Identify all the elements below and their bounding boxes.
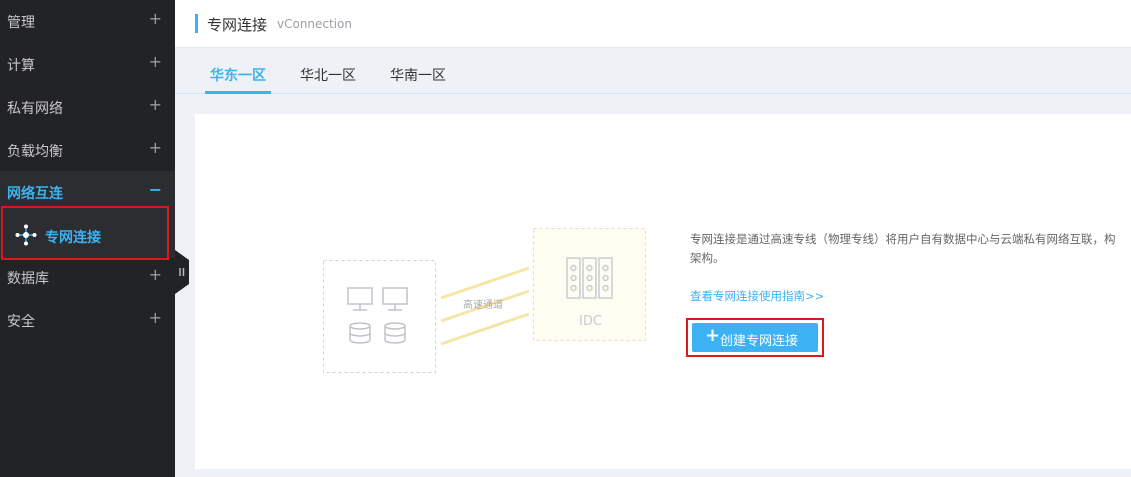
collapse-icon[interactable]: − [149, 180, 162, 199]
tab-east-china-1[interactable]: 华东一区 [210, 65, 266, 85]
region-tabs: 华东一区 华北一区 华南一区 [175, 48, 1131, 94]
description-text-cont: 架构。 [690, 251, 725, 265]
connection-diagram: 高速通道 IDC [323, 226, 653, 376]
sidebar-item-management[interactable]: 管理 + [0, 0, 175, 43]
expand-icon[interactable]: + [149, 95, 162, 114]
page-subtitle: vConnection [277, 17, 352, 31]
sidebar: 管理 + 计算 + 私有网络 + 负载均衡 + 网络互连 − 专网连接 数据库 … [0, 0, 175, 477]
guide-link[interactable]: 查看专网连接使用指南>> [690, 288, 824, 304]
description-text: 专网连接是通过高速专线（物理专线）将用户自有数据中心与云端私有网络互联，构 [690, 232, 1116, 246]
page-header: 专网连接 vConnection [175, 0, 1131, 48]
sidebar-item-compute[interactable]: 计算 + [0, 43, 175, 86]
tab-south-china-1[interactable]: 华南一区 [390, 65, 446, 85]
title-accent-bar [195, 14, 198, 33]
expand-icon[interactable]: + [149, 52, 162, 71]
create-button-label: 创建专网连接 [720, 334, 799, 349]
main-content: 专网连接 vConnection 华东一区 华北一区 华南一区 高速通道 IDC… [175, 0, 1131, 477]
idc-label: IDC [579, 314, 602, 329]
expand-icon[interactable]: + [149, 265, 162, 284]
create-connection-button[interactable]: + 创建专网连接 [692, 323, 818, 352]
sidebar-item-vpc[interactable]: 私有网络 + [0, 86, 175, 129]
plus-icon: + [705, 325, 721, 346]
sidebar-item-database[interactable]: 数据库 + [0, 256, 175, 299]
sidebar-item-label: 管理 [7, 15, 35, 31]
highlight-box [1, 206, 169, 260]
sidebar-item-label: 计算 [7, 58, 35, 74]
active-tab-indicator [205, 91, 271, 94]
channel-label: 高速通道 [463, 300, 503, 311]
sidebar-item-label: 网络互连 [7, 186, 63, 202]
page-title: 专网连接 [207, 16, 268, 34]
sidebar-item-label: 安全 [7, 314, 35, 330]
tab-north-china-1[interactable]: 华北一区 [300, 65, 356, 85]
expand-icon[interactable]: + [149, 9, 162, 28]
sidebar-item-security[interactable]: 安全 + [0, 299, 175, 342]
sidebar-item-label: 私有网络 [7, 101, 63, 117]
sidebar-item-label: 数据库 [7, 271, 49, 287]
sidebar-item-load-balancer[interactable]: 负载均衡 + [0, 129, 175, 172]
expand-icon[interactable]: + [149, 138, 162, 157]
sidebar-item-label: 负载均衡 [7, 144, 63, 160]
expand-icon[interactable]: + [149, 308, 162, 327]
empty-state-card: 高速通道 IDC 专网连接是通过高速专线（物理专线）将用户自有数据中心与云端私有… [195, 114, 1131, 469]
